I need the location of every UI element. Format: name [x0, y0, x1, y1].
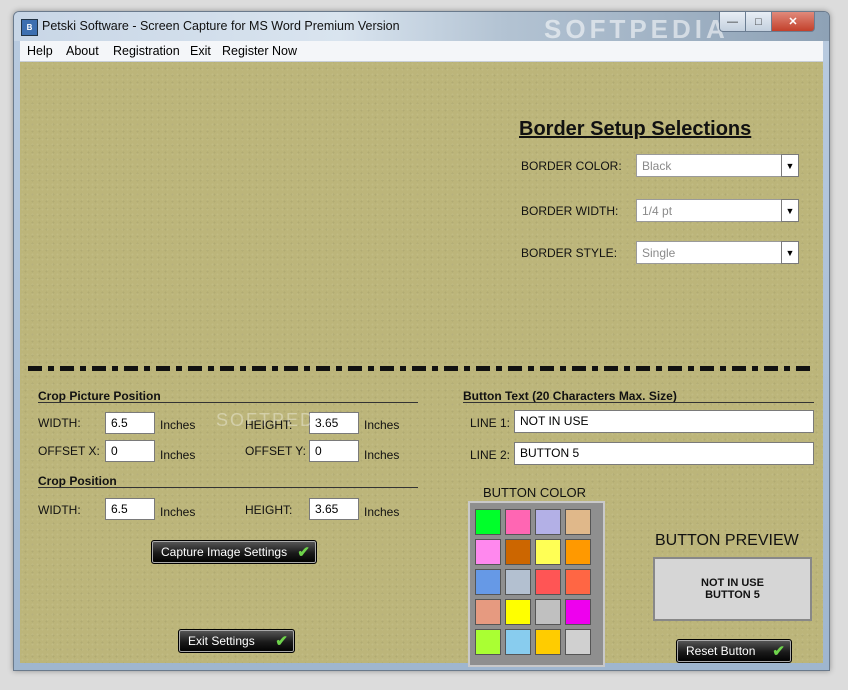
color-swatch-12[interactable] — [565, 569, 591, 595]
border-width-value: 1/4 pt — [642, 204, 673, 218]
color-swatch-7[interactable] — [535, 539, 561, 565]
menu-register-now[interactable]: Register Now — [222, 44, 297, 58]
app-icon: B — [21, 19, 38, 36]
crop-position-height-label: HEIGHT: — [245, 503, 293, 517]
color-swatch-15[interactable] — [535, 599, 561, 625]
crop-position-height-unit: Inches — [364, 505, 400, 519]
color-swatch-19[interactable] — [535, 629, 561, 655]
crop-width-unit: Inches — [160, 418, 196, 432]
color-swatch-6[interactable] — [505, 539, 531, 565]
color-swatch-3[interactable] — [535, 509, 561, 535]
offset-x-input[interactable]: 0 — [105, 440, 155, 462]
checkmark-icon: ✔ — [772, 643, 785, 660]
color-swatch-1[interactable] — [475, 509, 501, 535]
border-style-value: Single — [642, 246, 676, 260]
crop-picture-rule — [38, 402, 418, 403]
offset-y-input[interactable]: 0 — [309, 440, 359, 462]
color-swatch-17[interactable] — [475, 629, 501, 655]
settings-panel: Border Setup Selections BORDER COLOR: Bl… — [20, 62, 823, 667]
color-swatch-5[interactable] — [475, 539, 501, 565]
color-swatch-11[interactable] — [535, 569, 561, 595]
border-setup-heading: Border Setup Selections — [519, 118, 752, 140]
app-window: B Petski Software - Screen Capture for M… — [13, 11, 830, 671]
crop-position-width-input[interactable]: 6.5 — [105, 498, 155, 520]
minimize-button[interactable]: — — [719, 12, 746, 32]
menu-exit[interactable]: Exit — [190, 44, 211, 58]
crop-position-height-input[interactable]: 3.65 — [309, 498, 359, 520]
preview-line2: BUTTON 5 — [705, 589, 760, 601]
title-bar[interactable]: B Petski Software - Screen Capture for M… — [14, 12, 829, 44]
crop-position-width-label: WIDTH: — [38, 503, 81, 517]
menu-bar: Help About Registration Exit Register No… — [20, 41, 823, 62]
button-text-rule — [463, 402, 814, 403]
menu-registration[interactable]: Registration — [113, 44, 180, 58]
color-swatch-9[interactable] — [475, 569, 501, 595]
crop-position-rule — [38, 487, 418, 488]
color-swatch-16[interactable] — [565, 599, 591, 625]
reset-button-label: Reset Button — [686, 644, 756, 658]
border-style-label: BORDER STYLE: — [521, 246, 618, 260]
button-color-heading: BUTTON COLOR — [483, 485, 587, 500]
button-text-heading: Button Text (20 Characters Max. Size) — [463, 389, 677, 403]
line2-label: LINE 2: — [470, 448, 511, 462]
color-swatch-20[interactable] — [565, 629, 591, 655]
border-color-label: BORDER COLOR: — [521, 159, 622, 173]
color-swatch-4[interactable] — [565, 509, 591, 535]
offset-y-label: OFFSET Y: — [245, 444, 306, 458]
line2-input[interactable]: BUTTON 5 — [514, 442, 814, 465]
crop-position-heading: Crop Position — [38, 474, 117, 488]
crop-height-unit: Inches — [364, 418, 400, 432]
checkmark-icon: ✔ — [297, 544, 310, 561]
border-color-select[interactable]: Black ▼ — [636, 154, 799, 177]
capture-image-settings-button[interactable]: Capture Image Settings ✔ — [151, 540, 317, 564]
reset-button[interactable]: Reset Button ✔ — [676, 639, 792, 663]
button-preview: NOT IN USE BUTTON 5 — [653, 557, 812, 621]
border-width-select[interactable]: 1/4 pt ▼ — [636, 199, 799, 222]
offset-x-unit: Inches — [160, 448, 196, 462]
border-style-select[interactable]: Single ▼ — [636, 241, 799, 264]
chevron-down-icon[interactable]: ▼ — [781, 199, 799, 222]
color-swatch-10[interactable] — [505, 569, 531, 595]
color-swatch-13[interactable] — [475, 599, 501, 625]
color-swatch-18[interactable] — [505, 629, 531, 655]
menu-help[interactable]: Help — [27, 44, 53, 58]
crop-width-label: WIDTH: — [38, 416, 81, 430]
preview-line1: NOT IN USE — [701, 577, 764, 589]
menu-about[interactable]: About — [66, 44, 99, 58]
crop-position-width-unit: Inches — [160, 505, 196, 519]
section-divider — [28, 366, 814, 371]
crop-width-input[interactable]: 6.5 — [105, 412, 155, 434]
line1-label: LINE 1: — [470, 416, 511, 430]
exit-settings-label: Exit Settings — [188, 634, 255, 648]
checkmark-icon: ✔ — [275, 633, 288, 650]
offset-x-label: OFFSET X: — [38, 444, 100, 458]
color-swatch-2[interactable] — [505, 509, 531, 535]
offset-y-unit: Inches — [364, 448, 400, 462]
capture-image-settings-label: Capture Image Settings — [161, 545, 288, 559]
chevron-down-icon[interactable]: ▼ — [781, 154, 799, 177]
chevron-down-icon[interactable]: ▼ — [781, 241, 799, 264]
border-color-value: Black — [642, 159, 672, 173]
color-swatch-14[interactable] — [505, 599, 531, 625]
exit-settings-button[interactable]: Exit Settings ✔ — [178, 629, 295, 653]
softpedia-watermark: SOFTPEDIA — [216, 410, 337, 430]
close-button[interactable]: ✕ — [771, 12, 815, 32]
border-width-label: BORDER WIDTH: — [521, 204, 619, 218]
button-color-palette — [468, 501, 605, 667]
button-preview-heading: BUTTON PREVIEW — [655, 532, 799, 549]
line1-input[interactable]: NOT IN USE — [514, 410, 814, 433]
color-swatch-8[interactable] — [565, 539, 591, 565]
window-title: Petski Software - Screen Capture for MS … — [42, 19, 400, 33]
crop-picture-heading: Crop Picture Position — [38, 389, 161, 403]
maximize-button[interactable]: □ — [745, 12, 772, 32]
